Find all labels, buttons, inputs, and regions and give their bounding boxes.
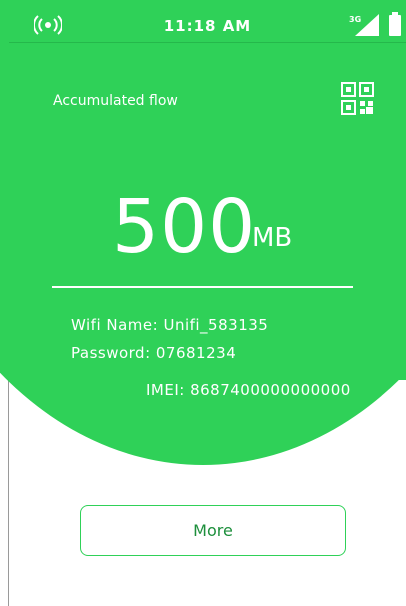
status-bar: 11:18 AM 3G — [9, 0, 406, 43]
status-time: 11:18 AM — [163, 17, 252, 35]
imei-text: IMEI: 8687400000000000 — [146, 381, 351, 399]
accumulated-flow-label: Accumulated flow — [53, 93, 178, 109]
flow-divider — [52, 286, 353, 288]
qr-code-icon[interactable] — [341, 82, 374, 115]
accumulated-flow-unit: MB — [252, 223, 293, 253]
battery-icon — [389, 12, 401, 36]
app-screen: 11:18 AM 3G Accumulated flow 500 MB Wifi… — [0, 0, 406, 606]
wifi-password-text: Password: 07681234 — [71, 344, 237, 362]
wifi-name-text: Wifi Name: Unifi_583135 — [71, 316, 269, 334]
more-button[interactable]: More — [80, 505, 346, 556]
cellular-3g-signal-icon: 3G — [349, 14, 379, 36]
network-type-label: 3G — [349, 15, 361, 24]
accumulated-flow-value: 500 — [112, 184, 257, 270]
